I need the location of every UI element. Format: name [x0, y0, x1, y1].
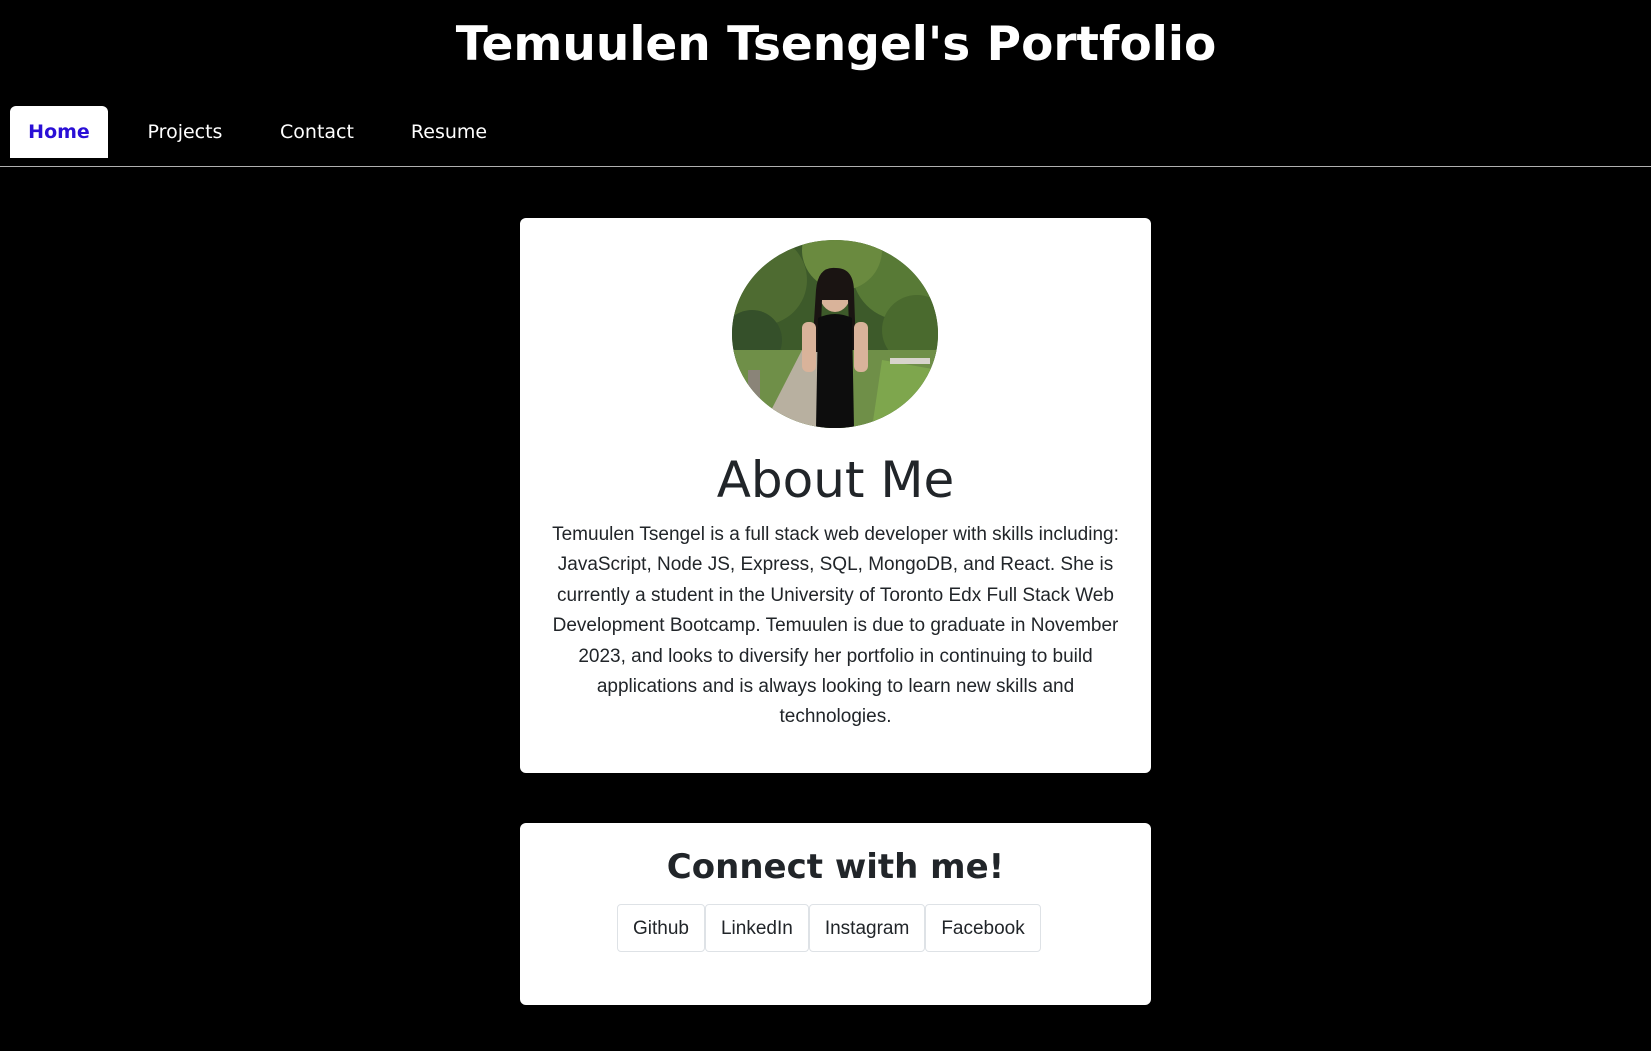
github-button[interactable]: Github — [617, 904, 705, 952]
page: Temuulen Tsengel's Portfolio Home Projec… — [0, 0, 1651, 1051]
linkedin-button[interactable]: LinkedIn — [704, 904, 809, 952]
social-button-group: Github LinkedIn Instagram Facebook — [617, 904, 1041, 954]
about-card: About Me Temuulen Tsengel is a full stac… — [520, 218, 1151, 773]
navbar: Temuulen Tsengel's Portfolio Home Projec… — [0, 0, 1651, 167]
tab-projects[interactable]: Projects — [140, 106, 230, 158]
about-heading: About Me — [716, 451, 955, 509]
avatar — [732, 240, 938, 428]
facebook-button[interactable]: Facebook — [925, 904, 1041, 952]
connect-card: Connect with me! Github LinkedIn Instagr… — [520, 823, 1151, 1005]
about-text: Temuulen Tsengel is a full stack web dev… — [552, 524, 1119, 728]
tab-resume[interactable]: Resume — [404, 106, 494, 158]
tab-contact[interactable]: Contact — [272, 106, 362, 158]
tab-home[interactable]: Home — [10, 106, 108, 158]
instagram-button[interactable]: Instagram — [808, 904, 926, 952]
site-title: Temuulen Tsengel's Portfolio — [455, 17, 1217, 72]
connect-heading: Connect with me! — [666, 847, 1005, 887]
profile-photo — [732, 240, 938, 428]
